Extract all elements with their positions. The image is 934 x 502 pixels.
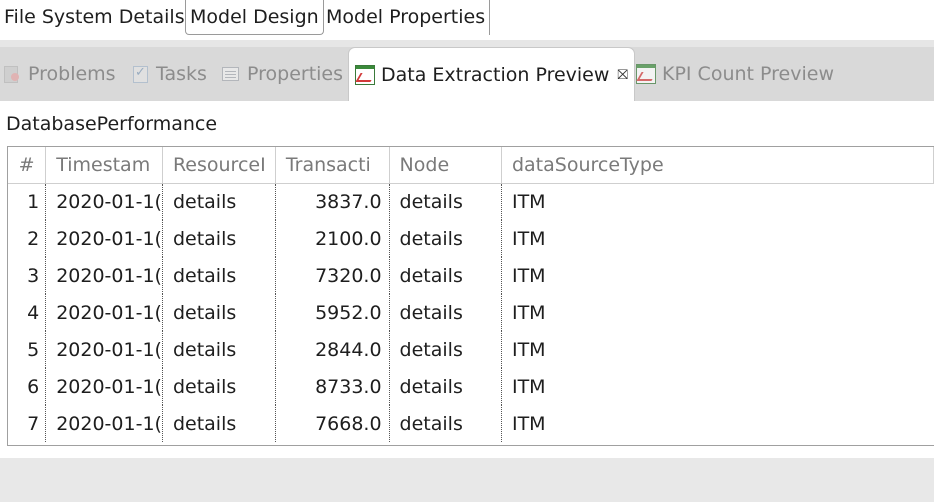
cell-timestamp: 2020-01-1( <box>45 294 163 331</box>
table-row[interactable]: 7 2020-01-1(details 7668.0 details ITM <box>8 405 934 442</box>
tab-model-properties[interactable]: Model Properties <box>322 0 491 35</box>
table-row[interactable]: 2 2020-01-1(details 2100.0 details ITM <box>8 220 934 257</box>
cell-node: details <box>389 405 502 442</box>
tab-label: Tasks <box>156 63 207 85</box>
cell-timestamp: 2020-01-1( <box>45 183 163 220</box>
properties-icon <box>221 64 241 84</box>
cell-index: 5 <box>8 331 47 368</box>
tab-label: Problems <box>28 63 116 85</box>
data-extraction-preview-panel: DatabasePerformance # Timestam ResourceI… <box>0 101 934 458</box>
data-table-container[interactable]: # Timestam ResourceI Transacti Node data… <box>7 146 934 446</box>
table-row[interactable]: 6 2020-01-1(details 8733.0 details ITM <box>8 368 934 405</box>
cell-transaction: 2100.0 <box>275 220 390 257</box>
view-tab-bar: Problems Tasks Properties Data Extractio… <box>0 47 934 101</box>
table-row[interactable]: 3 2020-01-1(details 7320.0 details ITM <box>8 257 934 294</box>
tab-label: KPI Count Preview <box>662 63 834 85</box>
cell-transaction: 7668.0 <box>275 405 390 442</box>
cell-datasourcetype: ITM <box>511 375 546 398</box>
tab-problems[interactable]: Problems <box>2 47 116 101</box>
tab-properties[interactable]: Properties <box>221 47 343 101</box>
cell-resource: details <box>162 294 276 331</box>
cell-transaction: 3837.0 <box>275 183 390 220</box>
cell-resource: details <box>162 331 276 368</box>
cell-transaction: 7320.0 <box>275 257 390 294</box>
close-icon[interactable]: ⛝ <box>617 48 628 102</box>
table-row[interactable]: 4 2020-01-1(details 5952.0 details ITM <box>8 294 934 331</box>
cell-timestamp: 2020-01-1( <box>45 405 163 442</box>
tab-data-extraction-preview[interactable]: Data Extraction Preview ⛝ <box>348 47 636 102</box>
cell-datasourcetype: ITM <box>511 227 546 250</box>
cell-index: 6 <box>8 368 47 405</box>
column-header-resource[interactable]: ResourceI <box>162 147 276 184</box>
cell-resource: details <box>162 220 276 257</box>
separator-band <box>0 40 934 47</box>
tab-file-system-details[interactable]: File System Details <box>0 0 190 35</box>
cell-timestamp: 2020-01-1( <box>45 220 163 257</box>
cell-node: details <box>389 220 502 257</box>
cell-datasourcetype: ITM <box>511 301 546 324</box>
column-header-index[interactable]: # <box>8 147 47 184</box>
table-row[interactable]: 5 2020-01-1(details 2844.0 details ITM <box>8 331 934 368</box>
cell-datasourcetype: ITM <box>511 338 546 361</box>
cell-resource: details <box>162 368 276 405</box>
cell-index: 7 <box>8 405 47 442</box>
cell-node: details <box>389 183 502 220</box>
tab-tasks[interactable]: Tasks <box>130 47 207 101</box>
table-header-row: # Timestam ResourceI Transacti Node data… <box>8 147 934 184</box>
data-table: # Timestam ResourceI Transacti Node data… <box>8 147 934 442</box>
chart-icon <box>355 64 375 85</box>
tab-label: Data Extraction Preview <box>381 63 610 86</box>
cell-index: 1 <box>8 183 47 220</box>
cell-transaction: 2844.0 <box>275 331 390 368</box>
cell-resource: details <box>162 405 276 442</box>
tab-model-design[interactable]: Model Design <box>185 0 324 35</box>
cell-index: 3 <box>8 257 47 294</box>
cell-timestamp: 2020-01-1( <box>45 368 163 405</box>
column-header-timestamp[interactable]: Timestam <box>45 147 163 184</box>
cell-transaction: 5952.0 <box>275 294 390 331</box>
cell-index: 4 <box>8 294 47 331</box>
tab-kpi-count-preview[interactable]: KPI Count Preview <box>636 47 834 101</box>
cell-datasourcetype: ITM <box>511 264 546 287</box>
cell-node: details <box>389 294 502 331</box>
status-area <box>0 458 934 502</box>
cell-index: 2 <box>8 220 47 257</box>
column-header-node[interactable]: Node <box>389 147 502 184</box>
cell-transaction: 8733.0 <box>275 368 390 405</box>
tab-label: Properties <box>247 63 344 85</box>
tasks-icon <box>130 63 150 84</box>
cell-resource: details <box>162 257 276 294</box>
cell-resource: details <box>162 183 276 220</box>
cell-node: details <box>389 368 502 405</box>
cell-timestamp: 2020-01-1( <box>45 331 163 368</box>
chart-icon <box>636 64 656 84</box>
cell-datasourcetype: ITM <box>511 190 546 213</box>
column-header-datasourcetype[interactable]: dataSourceType <box>501 147 934 184</box>
cell-node: details <box>389 257 502 294</box>
problems-icon <box>2 64 22 84</box>
editor-tab-strip: File System Details Model Design Model P… <box>0 0 934 40</box>
column-header-transaction[interactable]: Transacti <box>275 147 390 184</box>
dataset-title: DatabasePerformance <box>6 113 218 135</box>
cell-datasourcetype: ITM <box>511 412 546 435</box>
cell-timestamp: 2020-01-1( <box>45 257 163 294</box>
cell-node: details <box>389 331 502 368</box>
table-row[interactable]: 1 2020-01-1(details 3837.0 details ITM <box>8 183 934 220</box>
